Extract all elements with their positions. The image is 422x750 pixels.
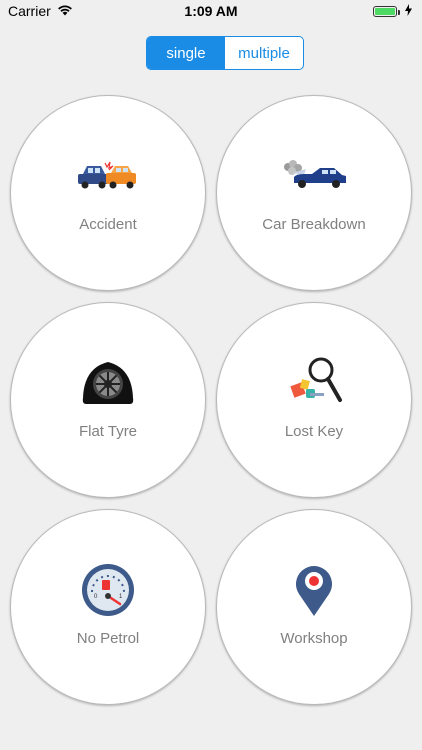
service-workshop[interactable]: Workshop	[216, 509, 412, 705]
service-flat-tyre[interactable]: Flat Tyre	[10, 302, 206, 498]
service-accident[interactable]: Accident	[10, 95, 206, 291]
service-car-breakdown[interactable]: Car Breakdown	[216, 95, 412, 291]
service-label: Flat Tyre	[78, 423, 138, 440]
service-no-petrol[interactable]: 0 1 No Petrol	[10, 509, 206, 705]
car-breakdown-icon	[217, 146, 411, 206]
service-label: Accident	[79, 216, 137, 233]
service-label: Car Breakdown	[262, 216, 366, 233]
service-lost-key[interactable]: Lost Key	[216, 302, 412, 498]
service-label: No Petrol	[76, 630, 140, 647]
service-label: Workshop	[280, 630, 348, 647]
fuel-gauge-icon: 0 1	[11, 560, 205, 620]
car-accident-icon	[11, 146, 205, 206]
service-grid: Accident Car Breakdown Flat Tyre Lost Ke…	[0, 0, 422, 750]
map-pin-icon	[217, 560, 411, 620]
lost-key-icon	[217, 353, 411, 413]
service-label: Lost Key	[284, 423, 344, 440]
flat-tyre-icon	[11, 353, 205, 413]
